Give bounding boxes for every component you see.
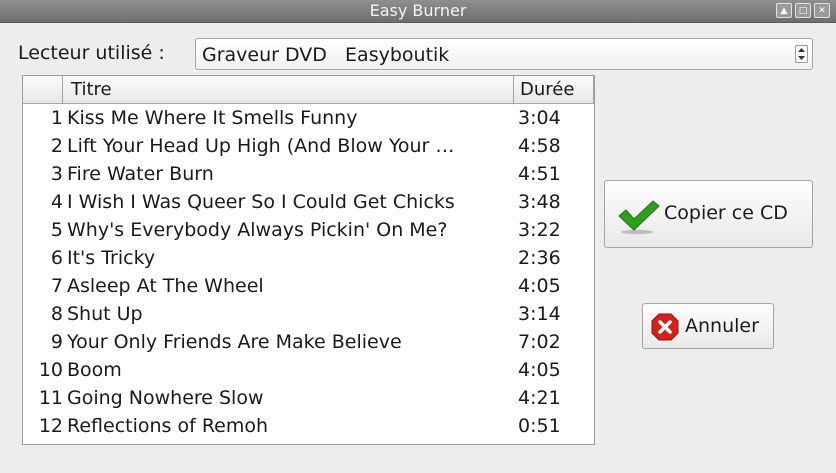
copy-cd-label: Copier ce CD	[664, 202, 788, 224]
track-title: Fire Water Burn	[67, 163, 214, 185]
drive-label: Lecteur utilisé :	[18, 42, 165, 64]
track-duration: 4:21	[518, 387, 561, 409]
track-duration: 4:58	[518, 135, 561, 157]
track-title: I Wish I Was Queer So I Could Get Chicks	[67, 191, 455, 213]
track-duration: 0:51	[518, 415, 561, 437]
track-row[interactable]: 4I Wish I Was Queer So I Could Get Chick…	[23, 188, 594, 216]
track-number: 7	[50, 275, 63, 297]
track-title: Your Only Friends Are Make Believe	[67, 331, 402, 353]
track-duration: 3:14	[518, 303, 561, 325]
track-title: Why's Everybody Always Pickin' On Me?	[67, 219, 448, 241]
dropdown-arrows-icon[interactable]	[795, 45, 808, 63]
track-row[interactable]: 5 Why's Everybody Always Pickin' On Me? 3:…	[23, 216, 594, 244]
drive-selected-value: Graveur DVD Easyboutik	[202, 44, 450, 66]
track-row[interactable]: 10 Boom 4:05	[23, 356, 594, 384]
track-number: 9	[50, 331, 63, 353]
track-number: 3	[50, 163, 63, 185]
track-row[interactable]: 6 It's Tricky 2:36	[23, 244, 594, 272]
track-row[interactable]: 1 Kiss Me Where It Smells Funny 3:04	[23, 104, 594, 132]
drive-select[interactable]: Graveur DVD Easyboutik	[195, 38, 813, 70]
track-number: 12	[38, 415, 63, 437]
checkmark-icon	[617, 199, 661, 240]
track-title: It's Tricky	[67, 247, 156, 269]
track-duration: 7:02	[518, 331, 561, 353]
track-number: 5	[50, 219, 63, 241]
track-number: 4	[50, 191, 63, 213]
title-bar[interactable]: Easy Burner ▲ □ ✕	[0, 0, 836, 23]
track-number: 8	[50, 303, 63, 325]
track-duration: 2:36	[518, 247, 561, 269]
copy-cd-button[interactable]: Copier ce CD	[604, 180, 813, 248]
track-duration: 3:22	[518, 219, 561, 241]
track-row[interactable]: 3 Fire Water Burn 4:51	[23, 160, 594, 188]
column-header-number[interactable]	[23, 76, 63, 103]
track-row[interactable]: 12 Reflections of Remoh 0:51	[23, 412, 594, 440]
track-title: Shut Up	[67, 303, 143, 325]
track-number: 10	[38, 359, 63, 381]
track-row[interactable]: 7 Asleep At The Wheel 4:05	[23, 272, 594, 300]
column-header-title[interactable]: Titre	[63, 76, 514, 103]
shade-button[interactable]: ▲	[776, 3, 792, 18]
track-duration: 4:05	[518, 359, 561, 381]
track-row[interactable]: 8 Shut Up 3:14	[23, 300, 594, 328]
track-number: 1	[50, 107, 63, 129]
track-title: Asleep At The Wheel	[67, 275, 264, 297]
track-title: Reflections of Remoh	[67, 415, 269, 437]
track-row[interactable]: 2 Lift Your Head Up High (And Blow Your ……	[23, 132, 594, 160]
cancel-label: Annuler	[685, 315, 759, 337]
track-row[interactable]: 11 Going Nowhere Slow 4:21	[23, 384, 594, 412]
track-duration: 3:48	[518, 191, 561, 213]
track-duration: 3:04	[518, 107, 561, 129]
track-number: 2	[50, 135, 63, 157]
close-button[interactable]: ✕	[814, 3, 830, 18]
track-list-header: Titre Durée	[23, 76, 594, 104]
track-duration: 4:05	[518, 275, 561, 297]
window-controls: ▲ □ ✕	[776, 3, 830, 18]
track-list[interactable]: Titre Durée 1 Kiss Me Where It Smells Fun…	[22, 75, 595, 445]
track-title: Lift Your Head Up High (And Blow Your …	[67, 135, 455, 157]
easy-burner-window: Easy Burner ▲ □ ✕ Lecteur utilisé : Grav…	[0, 0, 836, 473]
window-title: Easy Burner	[369, 1, 467, 20]
track-number: 6	[50, 247, 63, 269]
column-header-duration[interactable]: Durée	[514, 76, 594, 103]
track-number: 11	[38, 387, 63, 409]
maximize-button[interactable]: □	[795, 3, 811, 18]
cancel-button[interactable]: Annuler	[642, 303, 774, 349]
stop-sign-icon	[651, 313, 679, 346]
track-title: Going Nowhere Slow	[67, 387, 264, 409]
track-title: Boom	[67, 359, 122, 381]
track-row[interactable]: 9 Your Only Friends Are Make Believe 7:02	[23, 328, 594, 356]
track-duration: 4:51	[518, 163, 561, 185]
track-title: Kiss Me Where It Smells Funny	[67, 107, 358, 129]
